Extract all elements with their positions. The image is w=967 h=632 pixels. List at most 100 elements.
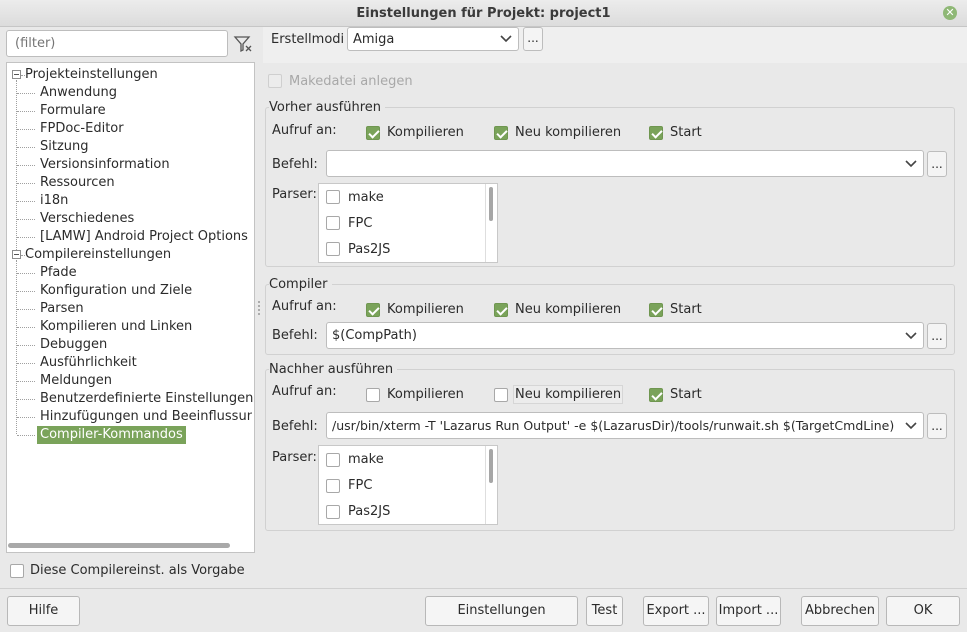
compiler-compile-label: Kompilieren [387,302,464,317]
compiler-compile-checkbox[interactable] [366,303,380,317]
tree-item[interactable]: Sitzung [37,138,92,156]
tree-item[interactable]: i18n [37,192,71,210]
import-button[interactable]: Import ... [716,596,781,626]
tree-item[interactable]: Verschiedenes [37,210,137,228]
build-mode-combo[interactable]: Amiga [347,27,519,51]
parser-label: make [348,452,384,467]
parser-fpc-checkbox[interactable] [326,216,340,230]
after-run-checkbox[interactable] [649,388,663,402]
bottom-separator [0,588,967,589]
compiler-call-on-label: Aufruf an: [272,299,337,314]
after-compile-label: Kompilieren [387,387,464,402]
parser-make-checkbox[interactable] [326,453,340,467]
before-recompile-checkbox[interactable] [494,126,508,140]
show-options-button[interactable]: Einstellungen anzeigen [425,596,578,632]
close-icon[interactable]: ✕ [943,6,957,20]
before-parser-label: Parser: [272,187,317,202]
before-parser-list[interactable]: make FPC Pas2JS [318,183,498,263]
build-mode-label: Erstellmodi [271,32,345,47]
after-parser-list[interactable]: make FPC Pas2JS [318,445,498,525]
parser-pas2js-checkbox[interactable] [326,505,340,519]
makefile-label: Makedatei anlegen [289,74,413,89]
tree-item[interactable]: Parsen [37,300,87,318]
parser-label: Pas2JS [348,504,391,519]
title-bar: Einstellungen für Projekt: project1 ✕ [0,0,967,27]
compiler-command-value: $(CompPath) [332,328,417,343]
chevron-down-icon [905,332,917,340]
tree-item[interactable]: Debuggen [37,336,110,354]
splitter-handle[interactable] [257,300,261,316]
parser-scrollbar[interactable] [489,187,493,221]
tree-item[interactable]: Konfiguration und Ziele [37,282,195,300]
before-run-label: Start [670,125,702,140]
before-compile-checkbox[interactable] [366,126,380,140]
test-button[interactable]: Test [586,596,623,626]
before-group-title: Vorher ausführen [269,100,385,115]
compiler-command-label: Befehl: [272,328,318,343]
before-command-more-button[interactable]: ... [927,151,947,177]
filter-input[interactable] [6,30,228,57]
compiler-run-label: Start [670,302,702,317]
help-button[interactable]: Hilfe [7,596,80,626]
options-tree[interactable]: Projekteinstellungen Anwendung Formulare… [6,62,255,553]
ok-button[interactable]: OK [886,596,960,626]
chevron-down-icon [903,419,919,433]
after-group-title: Nachher ausführen [269,362,398,377]
parser-pas2js-checkbox[interactable] [326,242,340,256]
before-compile-label: Kompilieren [387,125,464,140]
tree-group-compiler[interactable]: Compilereinstellungen [22,246,174,264]
after-recompile-label: Neu kompilieren [513,385,624,404]
collapse-icon[interactable] [12,70,21,79]
compiler-recompile-checkbox[interactable] [494,303,508,317]
tree-item[interactable]: FPDoc-Editor [37,120,127,138]
parser-label: FPC [348,216,373,231]
tree-group-project[interactable]: Projekteinstellungen [22,66,161,84]
parser-label: Pas2JS [348,242,391,257]
tree-item[interactable]: Ausführlichkeit [37,354,140,372]
parser-label: FPC [348,478,373,493]
tree-item[interactable]: Hinzufügungen und Beeinflussungen [37,408,252,426]
window-title: Einstellungen für Projekt: project1 [356,6,611,21]
tree-item[interactable]: Versionsinformation [37,156,173,174]
clear-filter-icon[interactable] [232,32,254,56]
tree-item[interactable]: Pfade [37,264,80,282]
after-parser-label: Parser: [272,450,317,465]
after-command-more-button[interactable]: ... [927,413,947,439]
after-run-label: Start [670,387,702,402]
use-as-default-checkbox[interactable] [10,564,24,578]
after-recompile-checkbox[interactable] [494,388,508,402]
before-command-combo[interactable] [326,150,924,177]
before-command-label: Befehl: [272,157,318,172]
parser-scrollbar[interactable] [489,449,493,483]
use-as-default-label: Diese Compilereinst. als Vorgabe [30,563,245,578]
compiler-recompile-label: Neu kompilieren [515,302,622,317]
build-mode-more-button[interactable]: ... [523,27,543,51]
after-compile-checkbox[interactable] [366,388,380,402]
tree-item[interactable]: Formulare [37,102,109,120]
tree-item-selected[interactable]: Compiler-Kommandos [37,426,186,444]
compiler-command-combo[interactable]: $(CompPath) [326,322,924,349]
after-command-combo[interactable]: /usr/bin/xterm -T 'Lazarus Run Output' -… [326,412,924,439]
compiler-group-title: Compiler [269,277,332,292]
tree-item[interactable]: Kompilieren und Linken [37,318,195,336]
compiler-command-more-button[interactable]: ... [927,323,947,349]
tree-item[interactable]: Benutzerdefinierte Einstellungen [37,390,256,408]
tree-item[interactable]: Meldungen [37,372,115,390]
after-command-value: /usr/bin/xterm -T 'Lazarus Run Output' -… [332,418,895,433]
horizontal-scrollbar[interactable] [8,543,230,548]
chevron-down-icon [905,160,917,168]
collapse-icon[interactable] [12,250,21,259]
cancel-button[interactable]: Abbrechen [801,596,879,626]
export-button[interactable]: Export ... [643,596,709,626]
makefile-checkbox[interactable] [268,74,282,88]
compiler-run-checkbox[interactable] [649,303,663,317]
before-recompile-label: Neu kompilieren [515,125,622,140]
after-command-label: Befehl: [272,419,318,434]
parser-label: make [348,190,384,205]
parser-fpc-checkbox[interactable] [326,479,340,493]
tree-item[interactable]: Anwendung [37,84,120,102]
tree-item[interactable]: Ressourcen [37,174,118,192]
parser-make-checkbox[interactable] [326,190,340,204]
before-run-checkbox[interactable] [649,126,663,140]
tree-item[interactable]: [LAMW] Android Project Options [37,228,251,246]
